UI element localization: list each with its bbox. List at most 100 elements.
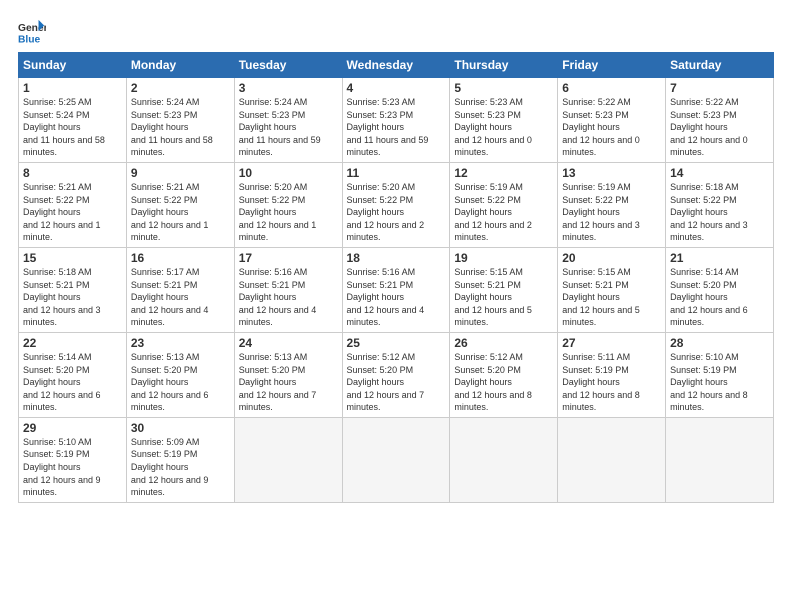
day-info: Sunrise: 5:18 AMSunset: 5:22 PMDaylight … xyxy=(670,181,769,244)
day-number: 25 xyxy=(347,336,446,350)
day-number: 7 xyxy=(670,81,769,95)
calendar-cell: 26 Sunrise: 5:12 AMSunset: 5:20 PMDaylig… xyxy=(450,332,558,417)
calendar-cell: 10 Sunrise: 5:20 AMSunset: 5:22 PMDaylig… xyxy=(234,162,342,247)
calendar-cell: 5 Sunrise: 5:23 AMSunset: 5:23 PMDayligh… xyxy=(450,78,558,163)
day-number: 13 xyxy=(562,166,661,180)
day-number: 23 xyxy=(131,336,230,350)
calendar-week-1: 1 Sunrise: 5:25 AMSunset: 5:24 PMDayligh… xyxy=(19,78,774,163)
day-info: Sunrise: 5:10 AMSunset: 5:19 PMDaylight … xyxy=(23,436,122,499)
calendar-table: SundayMondayTuesdayWednesdayThursdayFrid… xyxy=(18,52,774,503)
calendar-cell xyxy=(450,417,558,502)
day-number: 26 xyxy=(454,336,553,350)
day-number: 6 xyxy=(562,81,661,95)
calendar-cell: 18 Sunrise: 5:16 AMSunset: 5:21 PMDaylig… xyxy=(342,247,450,332)
header-friday: Friday xyxy=(558,53,666,78)
day-info: Sunrise: 5:09 AMSunset: 5:19 PMDaylight … xyxy=(131,436,230,499)
calendar-cell: 9 Sunrise: 5:21 AMSunset: 5:22 PMDayligh… xyxy=(126,162,234,247)
day-number: 19 xyxy=(454,251,553,265)
calendar-header-row: SundayMondayTuesdayWednesdayThursdayFrid… xyxy=(19,53,774,78)
calendar-cell: 11 Sunrise: 5:20 AMSunset: 5:22 PMDaylig… xyxy=(342,162,450,247)
day-info: Sunrise: 5:14 AMSunset: 5:20 PMDaylight … xyxy=(670,266,769,329)
day-info: Sunrise: 5:24 AMSunset: 5:23 PMDaylight … xyxy=(239,96,338,159)
calendar-week-2: 8 Sunrise: 5:21 AMSunset: 5:22 PMDayligh… xyxy=(19,162,774,247)
header-tuesday: Tuesday xyxy=(234,53,342,78)
calendar-cell: 12 Sunrise: 5:19 AMSunset: 5:22 PMDaylig… xyxy=(450,162,558,247)
calendar-cell: 4 Sunrise: 5:23 AMSunset: 5:23 PMDayligh… xyxy=(342,78,450,163)
day-number: 16 xyxy=(131,251,230,265)
calendar-cell: 6 Sunrise: 5:22 AMSunset: 5:23 PMDayligh… xyxy=(558,78,666,163)
day-number: 8 xyxy=(23,166,122,180)
header-wednesday: Wednesday xyxy=(342,53,450,78)
calendar-cell xyxy=(342,417,450,502)
day-info: Sunrise: 5:17 AMSunset: 5:21 PMDaylight … xyxy=(131,266,230,329)
header-monday: Monday xyxy=(126,53,234,78)
calendar-cell: 15 Sunrise: 5:18 AMSunset: 5:21 PMDaylig… xyxy=(19,247,127,332)
day-number: 4 xyxy=(347,81,446,95)
calendar-cell: 22 Sunrise: 5:14 AMSunset: 5:20 PMDaylig… xyxy=(19,332,127,417)
day-number: 12 xyxy=(454,166,553,180)
day-info: Sunrise: 5:16 AMSunset: 5:21 PMDaylight … xyxy=(239,266,338,329)
calendar-cell: 21 Sunrise: 5:14 AMSunset: 5:20 PMDaylig… xyxy=(666,247,774,332)
day-number: 14 xyxy=(670,166,769,180)
calendar-cell: 29 Sunrise: 5:10 AMSunset: 5:19 PMDaylig… xyxy=(19,417,127,502)
calendar-cell: 30 Sunrise: 5:09 AMSunset: 5:19 PMDaylig… xyxy=(126,417,234,502)
calendar-week-3: 15 Sunrise: 5:18 AMSunset: 5:21 PMDaylig… xyxy=(19,247,774,332)
day-number: 3 xyxy=(239,81,338,95)
calendar-cell: 24 Sunrise: 5:13 AMSunset: 5:20 PMDaylig… xyxy=(234,332,342,417)
calendar-cell: 20 Sunrise: 5:15 AMSunset: 5:21 PMDaylig… xyxy=(558,247,666,332)
day-info: Sunrise: 5:20 AMSunset: 5:22 PMDaylight … xyxy=(347,181,446,244)
day-info: Sunrise: 5:12 AMSunset: 5:20 PMDaylight … xyxy=(347,351,446,414)
calendar-cell: 28 Sunrise: 5:10 AMSunset: 5:19 PMDaylig… xyxy=(666,332,774,417)
calendar-cell: 7 Sunrise: 5:22 AMSunset: 5:23 PMDayligh… xyxy=(666,78,774,163)
header-thursday: Thursday xyxy=(450,53,558,78)
day-info: Sunrise: 5:15 AMSunset: 5:21 PMDaylight … xyxy=(454,266,553,329)
day-info: Sunrise: 5:19 AMSunset: 5:22 PMDaylight … xyxy=(562,181,661,244)
calendar-cell xyxy=(558,417,666,502)
day-number: 20 xyxy=(562,251,661,265)
calendar-cell: 14 Sunrise: 5:18 AMSunset: 5:22 PMDaylig… xyxy=(666,162,774,247)
day-number: 29 xyxy=(23,421,122,435)
day-info: Sunrise: 5:21 AMSunset: 5:22 PMDaylight … xyxy=(23,181,122,244)
calendar-cell: 2 Sunrise: 5:24 AMSunset: 5:23 PMDayligh… xyxy=(126,78,234,163)
logo-icon: General Blue xyxy=(18,18,46,46)
calendar-week-5: 29 Sunrise: 5:10 AMSunset: 5:19 PMDaylig… xyxy=(19,417,774,502)
logo: General Blue xyxy=(18,18,46,46)
day-number: 18 xyxy=(347,251,446,265)
svg-text:Blue: Blue xyxy=(18,34,41,45)
day-number: 30 xyxy=(131,421,230,435)
calendar-cell: 8 Sunrise: 5:21 AMSunset: 5:22 PMDayligh… xyxy=(19,162,127,247)
calendar-cell: 17 Sunrise: 5:16 AMSunset: 5:21 PMDaylig… xyxy=(234,247,342,332)
day-info: Sunrise: 5:12 AMSunset: 5:20 PMDaylight … xyxy=(454,351,553,414)
day-number: 9 xyxy=(131,166,230,180)
day-number: 21 xyxy=(670,251,769,265)
day-info: Sunrise: 5:21 AMSunset: 5:22 PMDaylight … xyxy=(131,181,230,244)
day-number: 1 xyxy=(23,81,122,95)
calendar-cell: 23 Sunrise: 5:13 AMSunset: 5:20 PMDaylig… xyxy=(126,332,234,417)
day-number: 24 xyxy=(239,336,338,350)
day-info: Sunrise: 5:22 AMSunset: 5:23 PMDaylight … xyxy=(562,96,661,159)
day-info: Sunrise: 5:23 AMSunset: 5:23 PMDaylight … xyxy=(347,96,446,159)
calendar-cell xyxy=(666,417,774,502)
day-info: Sunrise: 5:24 AMSunset: 5:23 PMDaylight … xyxy=(131,96,230,159)
day-number: 27 xyxy=(562,336,661,350)
day-info: Sunrise: 5:11 AMSunset: 5:19 PMDaylight … xyxy=(562,351,661,414)
day-info: Sunrise: 5:10 AMSunset: 5:19 PMDaylight … xyxy=(670,351,769,414)
day-number: 17 xyxy=(239,251,338,265)
day-number: 22 xyxy=(23,336,122,350)
day-info: Sunrise: 5:13 AMSunset: 5:20 PMDaylight … xyxy=(131,351,230,414)
day-info: Sunrise: 5:19 AMSunset: 5:22 PMDaylight … xyxy=(454,181,553,244)
day-info: Sunrise: 5:16 AMSunset: 5:21 PMDaylight … xyxy=(347,266,446,329)
day-info: Sunrise: 5:18 AMSunset: 5:21 PMDaylight … xyxy=(23,266,122,329)
day-info: Sunrise: 5:14 AMSunset: 5:20 PMDaylight … xyxy=(23,351,122,414)
day-number: 2 xyxy=(131,81,230,95)
calendar-cell: 16 Sunrise: 5:17 AMSunset: 5:21 PMDaylig… xyxy=(126,247,234,332)
header-sunday: Sunday xyxy=(19,53,127,78)
day-info: Sunrise: 5:22 AMSunset: 5:23 PMDaylight … xyxy=(670,96,769,159)
day-number: 5 xyxy=(454,81,553,95)
day-number: 11 xyxy=(347,166,446,180)
calendar-cell: 1 Sunrise: 5:25 AMSunset: 5:24 PMDayligh… xyxy=(19,78,127,163)
day-number: 10 xyxy=(239,166,338,180)
calendar-week-4: 22 Sunrise: 5:14 AMSunset: 5:20 PMDaylig… xyxy=(19,332,774,417)
day-number: 28 xyxy=(670,336,769,350)
calendar-cell: 25 Sunrise: 5:12 AMSunset: 5:20 PMDaylig… xyxy=(342,332,450,417)
